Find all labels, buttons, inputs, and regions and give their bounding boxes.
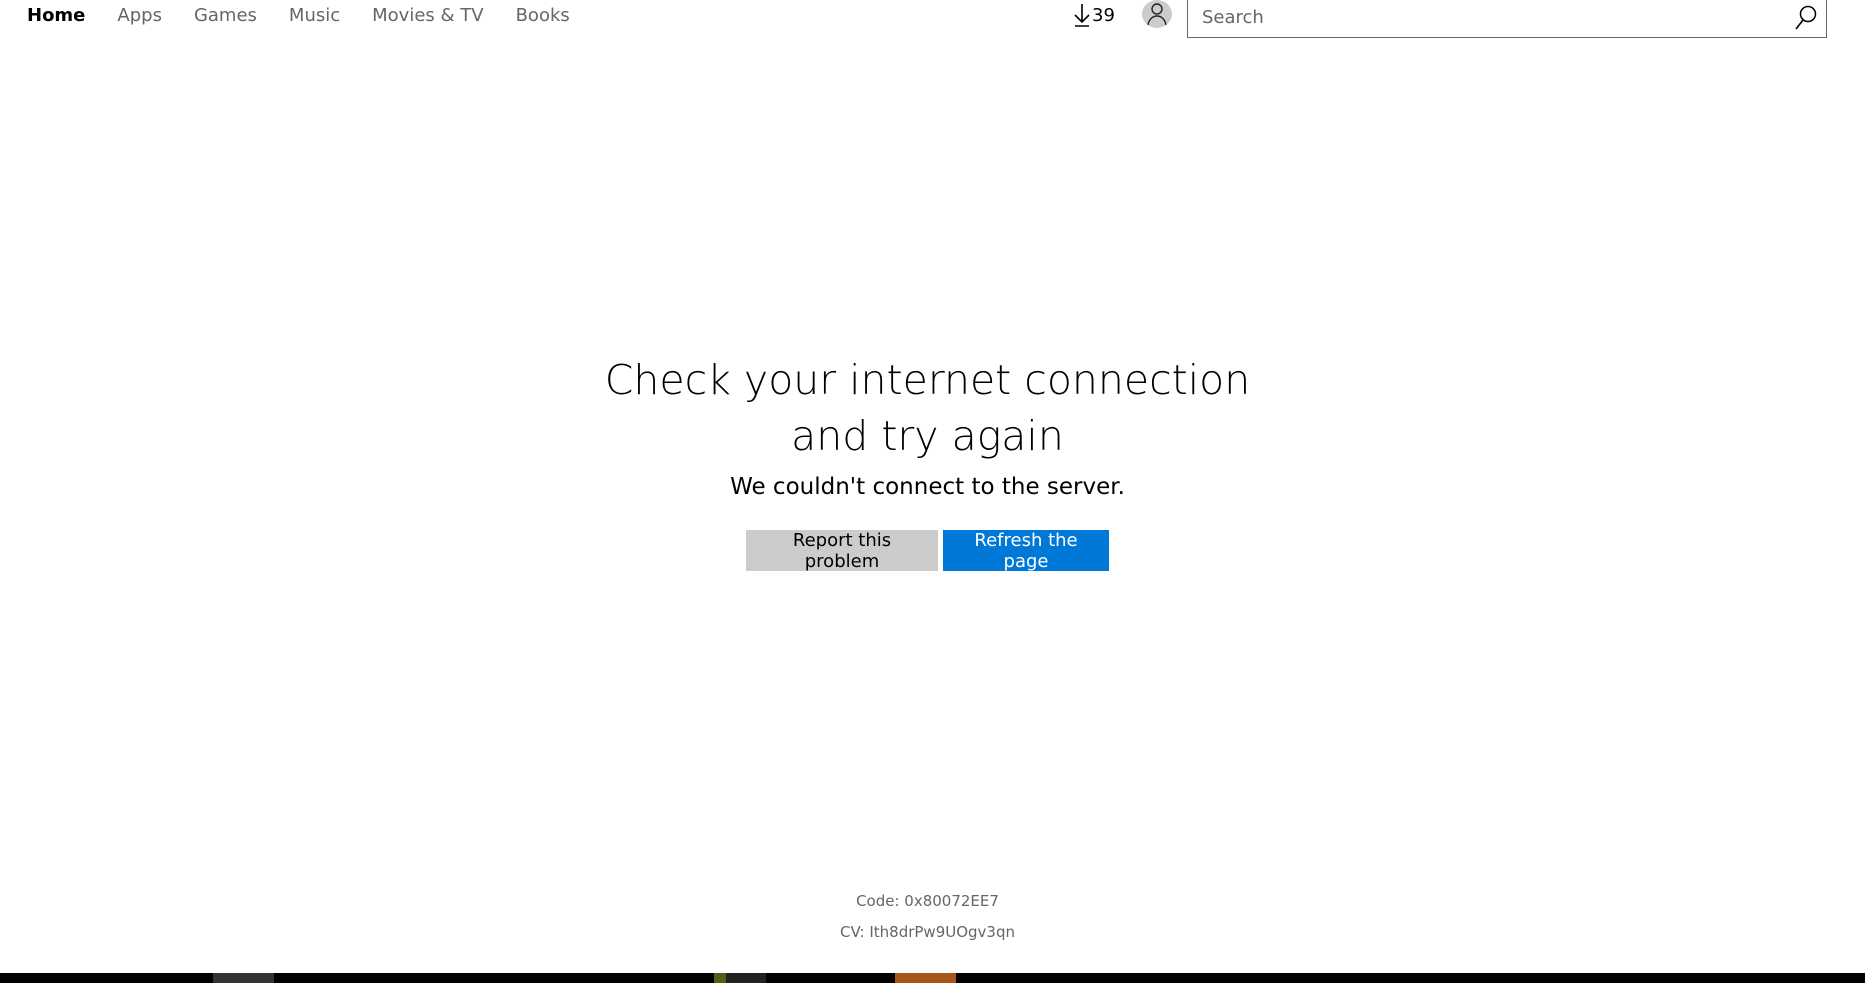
person-icon [1147,3,1167,26]
nav-home[interactable]: Home [27,5,85,26]
search-icon[interactable] [1786,4,1826,32]
taskbar-app[interactable] [895,973,956,983]
top-nav: Home Apps Games Music Movies & TV Books [27,0,602,30]
correlation-vector: CV: Ith8drPw9UOgv3qn [840,923,1015,941]
error-subtitle: We couldn't connect to the server. [730,474,1125,500]
account-button[interactable] [1142,0,1172,28]
report-problem-button[interactable]: Report this problem [746,530,938,572]
taskbar-app[interactable] [726,973,766,983]
downloads-button[interactable]: 39 [1072,2,1115,28]
taskbar-app[interactable] [213,973,274,983]
nav-games[interactable]: Games [194,5,257,26]
search-input[interactable] [1202,7,1786,28]
nav-books[interactable]: Books [516,5,570,26]
refresh-page-button[interactable]: Refresh the page [943,530,1109,572]
error-title: Check your internet connection and try ag… [604,356,1251,460]
error-actions: Report this problem Refresh the page [746,530,1109,572]
taskbar [0,973,1865,983]
download-arrow-icon [1074,4,1090,27]
downloads-count: 39 [1092,4,1115,26]
nav-music[interactable]: Music [289,5,340,26]
error-code: Code: 0x80072EE7 [856,892,999,910]
nav-movies-tv[interactable]: Movies & TV [372,5,483,26]
search-box [1187,0,1827,38]
nav-apps[interactable]: Apps [117,5,162,26]
taskbar-app[interactable] [714,973,726,983]
